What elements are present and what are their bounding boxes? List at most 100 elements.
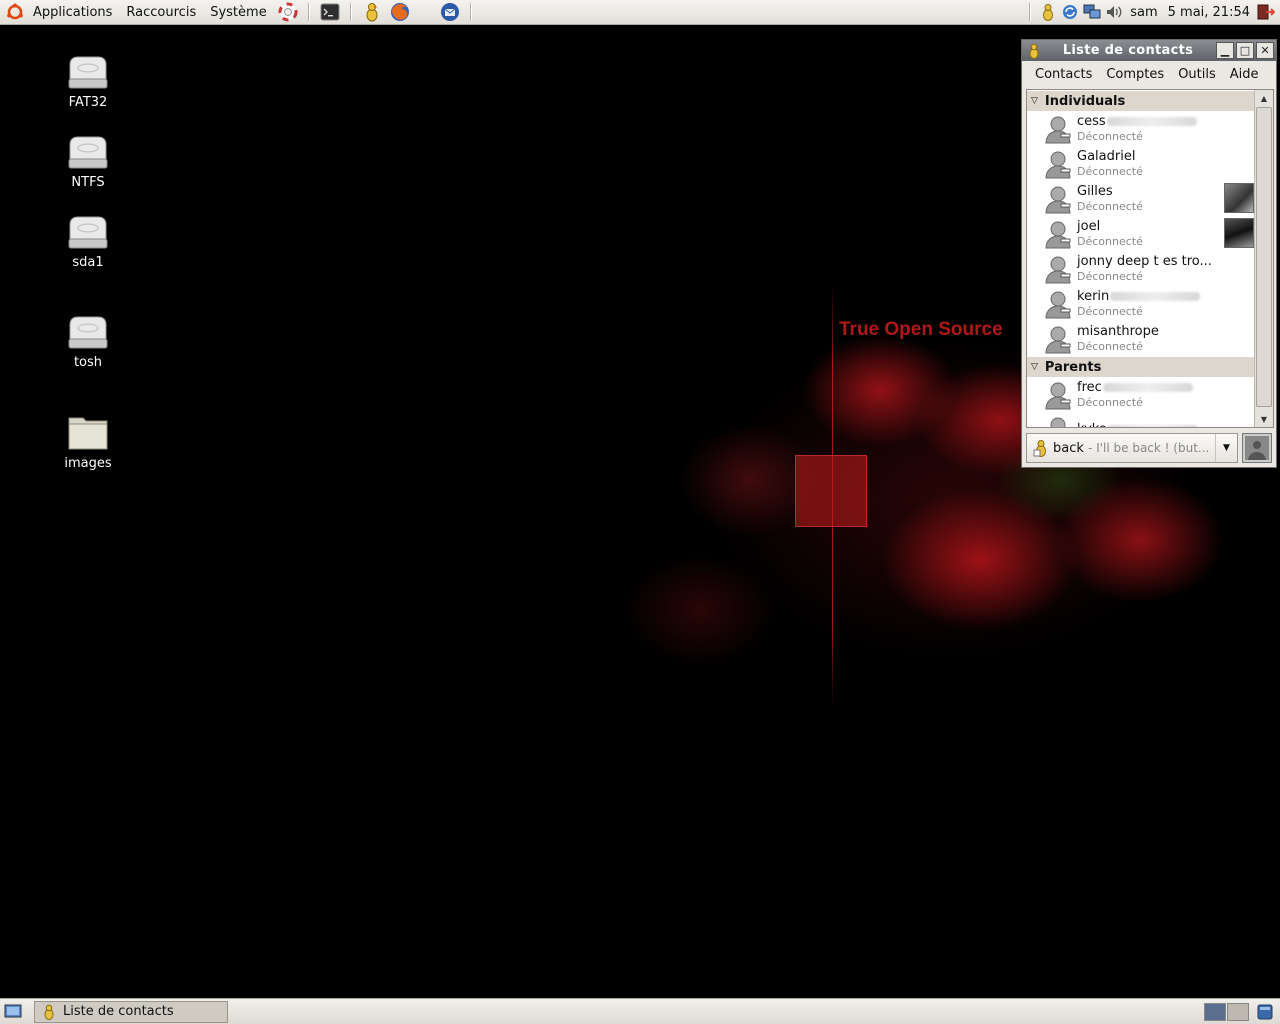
maximize-button[interactable]: □	[1236, 42, 1254, 59]
contact-list-content: ▽ Individuals cess Déconnecté Galadriel Dé…	[1027, 90, 1254, 427]
contact-name: jonny deep t es tro...	[1077, 253, 1212, 269]
offline-person-icon	[1041, 112, 1075, 146]
offline-person-icon	[1041, 287, 1075, 321]
top-panel: Applications Raccourcis Système sam 5 ma…	[0, 0, 1280, 25]
expander-icon[interactable]: ▽	[1031, 96, 1038, 106]
contact-status: Déconnecté	[1077, 234, 1143, 248]
list-item[interactable]: frec Déconnecté	[1027, 377, 1254, 412]
contact-name: Gilles	[1077, 183, 1113, 199]
list-item[interactable]: cess Déconnecté	[1027, 111, 1254, 146]
offline-person-icon	[1041, 322, 1075, 356]
close-button[interactable]: ✕	[1256, 42, 1274, 59]
desktop-icon-images[interactable]: images	[43, 412, 133, 471]
status-label: back	[1053, 440, 1084, 456]
user-name[interactable]: sam	[1125, 5, 1162, 20]
folder-icon	[68, 417, 108, 450]
volume-icon[interactable]	[1104, 2, 1124, 22]
network-icon[interactable]	[1082, 2, 1102, 22]
scroll-up-arrow-icon[interactable]: ▲	[1255, 90, 1273, 106]
list-item[interactable]: jonny deep t es tro... Déconnecté	[1027, 251, 1254, 286]
list-item[interactable]: Galadriel Déconnecté	[1027, 146, 1254, 181]
chevron-down-icon[interactable]: ▼	[1215, 434, 1237, 462]
terminal-icon[interactable]	[316, 0, 344, 25]
window-menubar: Contacts Comptes Outils Aide	[1022, 61, 1276, 87]
group-header-individuals[interactable]: ▽ Individuals	[1027, 91, 1254, 111]
buddy-photo	[1224, 183, 1254, 213]
list-item[interactable]: Gilles Déconnecté	[1027, 181, 1254, 216]
firefox-icon[interactable]	[386, 0, 414, 25]
group-name: Parents	[1044, 359, 1102, 375]
taskbar-button-label: Liste de contacts	[63, 1004, 174, 1019]
taskbar-button-contact-list[interactable]: Liste de contacts	[34, 1000, 228, 1023]
buddy-list-window[interactable]: Liste de contacts ▁ □ ✕ Contacts Comptes…	[1021, 39, 1277, 468]
desktop-icon-label: sda1	[72, 255, 104, 270]
expander-icon[interactable]: ▽	[1031, 362, 1038, 372]
panel-separator	[1029, 3, 1032, 21]
thunderbird-icon[interactable]	[436, 0, 464, 25]
offline-person-icon	[1041, 147, 1075, 181]
minimize-button[interactable]: ▁	[1216, 42, 1234, 59]
bottom-panel: Liste de contacts	[0, 998, 1280, 1024]
panel-separator	[469, 3, 472, 21]
offline-person-icon	[1041, 413, 1075, 427]
blurred-text	[1107, 425, 1198, 427]
wallpaper-text: True Open Source	[839, 319, 1003, 340]
list-item[interactable]: misanthrope Déconnecté	[1027, 321, 1254, 356]
status-bar: back - I'll be back ! (but... ▼	[1026, 432, 1274, 464]
away-status-icon	[1033, 440, 1046, 457]
group-header-parents[interactable]: ▽ Parents	[1027, 357, 1254, 377]
menu-outils[interactable]: Outils	[1171, 67, 1223, 82]
drive-icon	[68, 316, 108, 349]
minimize-icon: ▁	[1220, 44, 1230, 57]
blurred-text	[1110, 291, 1201, 301]
logout-icon[interactable]	[1256, 2, 1276, 22]
help-icon[interactable]	[274, 0, 302, 25]
contact-name: frec	[1077, 379, 1102, 395]
contact-list[interactable]: ▽ Individuals cess Déconnecté Galadriel Dé…	[1026, 89, 1274, 428]
clock[interactable]: 5 mai, 21:54	[1163, 5, 1255, 20]
status-selector[interactable]: back - I'll be back ! (but... ▼	[1026, 433, 1238, 463]
panel-separator	[307, 3, 310, 21]
update-icon[interactable]	[1060, 2, 1080, 22]
contact-name: kyko	[1077, 422, 1107, 427]
scroll-down-arrow-icon[interactable]: ▼	[1255, 411, 1273, 427]
menu-raccourcis[interactable]: Raccourcis	[119, 0, 203, 25]
contact-status: Déconnecté	[1077, 395, 1143, 409]
buddy-icon-button[interactable]	[1242, 433, 1272, 463]
pidgin-tray-icon[interactable]	[1038, 2, 1058, 22]
desktop-icon-fat32[interactable]: FAT32	[43, 55, 133, 110]
window-title: Liste de contacts	[1062, 43, 1194, 58]
list-item[interactable]: kyko	[1027, 412, 1254, 427]
pidgin-icon[interactable]	[358, 0, 386, 25]
menu-systeme[interactable]: Système	[203, 0, 273, 25]
contact-name: Galadriel	[1077, 148, 1136, 164]
vertical-scrollbar[interactable]: ▲ ▼	[1254, 90, 1273, 427]
contact-name: joel	[1077, 218, 1101, 234]
scroll-thumb[interactable]	[1256, 107, 1272, 407]
desktop-icon-tosh[interactable]: tosh	[43, 315, 133, 370]
workspace-switcher[interactable]	[1204, 1002, 1250, 1021]
ubuntu-logo-icon[interactable]	[4, 0, 26, 25]
menu-comptes[interactable]: Comptes	[1099, 67, 1171, 82]
panel-separator	[349, 3, 352, 21]
contact-name: misanthrope	[1077, 323, 1159, 339]
desktop-icon-sda1[interactable]: sda1	[43, 215, 133, 270]
trash-icon[interactable]	[1254, 1001, 1276, 1023]
window-titlebar[interactable]: Liste de contacts ▁ □ ✕	[1022, 40, 1276, 61]
desktop-icon-ntfs[interactable]: NTFS	[43, 135, 133, 190]
contact-status: Déconnecté	[1077, 129, 1143, 143]
menu-applications[interactable]: Applications	[26, 0, 119, 25]
contact-name: cess	[1077, 113, 1106, 129]
drive-icon	[68, 216, 108, 249]
workspace-2[interactable]	[1227, 1002, 1249, 1021]
offline-person-icon	[1041, 378, 1075, 412]
show-desktop-icon[interactable]	[2, 1001, 24, 1023]
list-item[interactable]: kerin Déconnecté	[1027, 286, 1254, 321]
list-item[interactable]: joel Déconnecté	[1027, 216, 1254, 251]
workspace-1[interactable]	[1204, 1002, 1226, 1021]
contact-status: Déconnecté	[1077, 164, 1143, 178]
menu-contacts[interactable]: Contacts	[1028, 67, 1099, 82]
menu-aide[interactable]: Aide	[1223, 67, 1266, 82]
blurred-text	[1106, 116, 1197, 126]
avatar-icon	[1245, 436, 1269, 460]
